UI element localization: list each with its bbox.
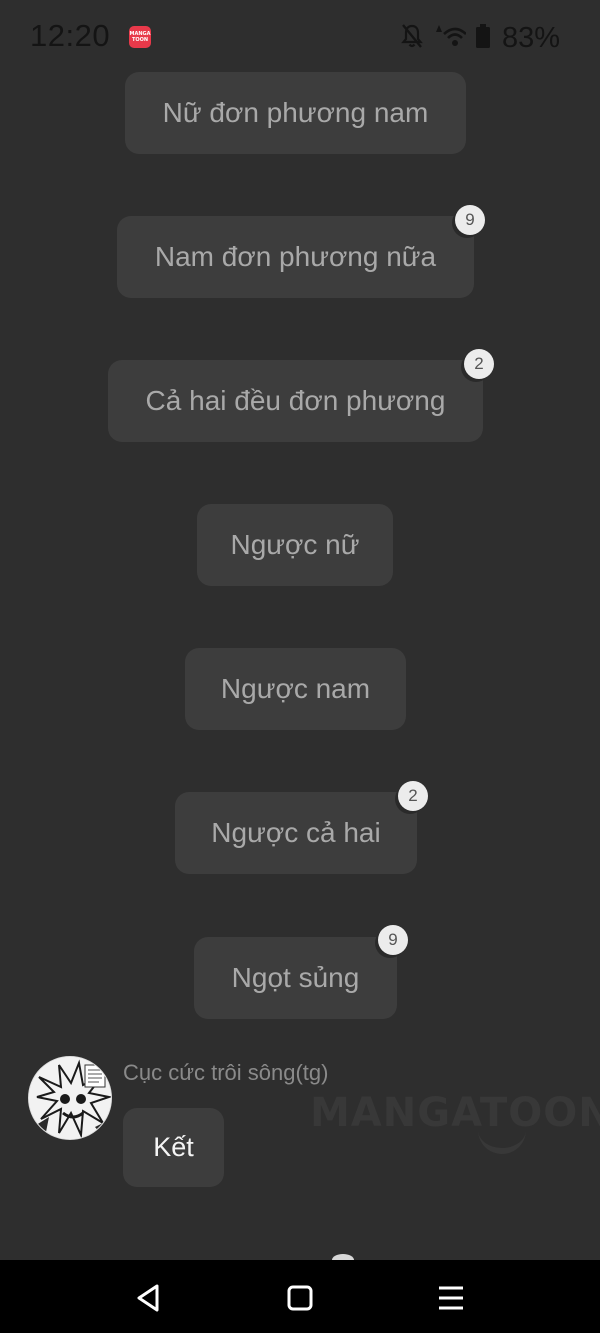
option-label: Ngọt sủng (231, 962, 360, 993)
option-label: Cả hai đều đơn phương (145, 385, 446, 416)
option-nguoc-nu[interactable]: Ngược nữ (197, 504, 393, 586)
author-name: Cục cức trôi sông(tg) (123, 1060, 329, 1085)
reaction-count-badge: 2 (398, 781, 428, 811)
option-ngot-sung[interactable]: Ngọt sủng (194, 937, 397, 1019)
status-time: 12:20 (30, 18, 111, 53)
option-label: Nam đơn phương nữa (154, 241, 437, 272)
reaction-count-badge: 9 (378, 925, 408, 955)
option-label: Ngược nữ (230, 529, 360, 560)
option-label: Ngược nam (220, 673, 371, 704)
option-label: Ngược cả hai (211, 817, 381, 848)
author-avatar[interactable] (28, 1056, 112, 1140)
battery-percent: 83% (501, 21, 560, 54)
mangatoon-watermark: MANGATOON (310, 1090, 600, 1136)
mute-icon (400, 23, 424, 54)
home-button[interactable] (280, 1278, 320, 1318)
message-text: Kết (153, 1132, 194, 1162)
battery-icon (475, 23, 490, 53)
manga-avatar-image (29, 1057, 111, 1139)
author-message-bubble: Kết (123, 1108, 224, 1187)
wifi-icon (434, 23, 467, 54)
chat-screen: 12:20 MANGA TOON 83% Nữ đơn phương nam N… (0, 0, 600, 1260)
watermark-smile-icon (478, 1126, 526, 1154)
option-nguoc-nam[interactable]: Ngược nam (185, 648, 406, 730)
back-icon (137, 1284, 159, 1312)
mangatoon-app-icon: MANGA TOON (129, 26, 151, 48)
reaction-count-badge: 9 (455, 205, 485, 235)
option-nam-don-phuong-nua[interactable]: Nam đơn phương nữa (117, 216, 474, 298)
system-nav-bar (0, 1260, 600, 1333)
status-icons: 83% (400, 20, 560, 56)
status-bar: 12:20 MANGA TOON 83% (0, 0, 600, 76)
option-ca-hai-deu-don-phuong[interactable]: Cả hai đều đơn phương (108, 360, 483, 442)
home-icon (287, 1285, 313, 1311)
option-label: Nữ đơn phương nam (162, 97, 429, 128)
option-nguoc-ca-hai[interactable]: Ngược cả hai (175, 792, 417, 874)
menu-button[interactable] (431, 1278, 471, 1318)
menu-icon (439, 1286, 463, 1310)
reaction-count-badge: 2 (464, 349, 494, 379)
option-nu-don-phuong-nam[interactable]: Nữ đơn phương nam (125, 72, 466, 154)
back-button[interactable] (128, 1278, 168, 1318)
